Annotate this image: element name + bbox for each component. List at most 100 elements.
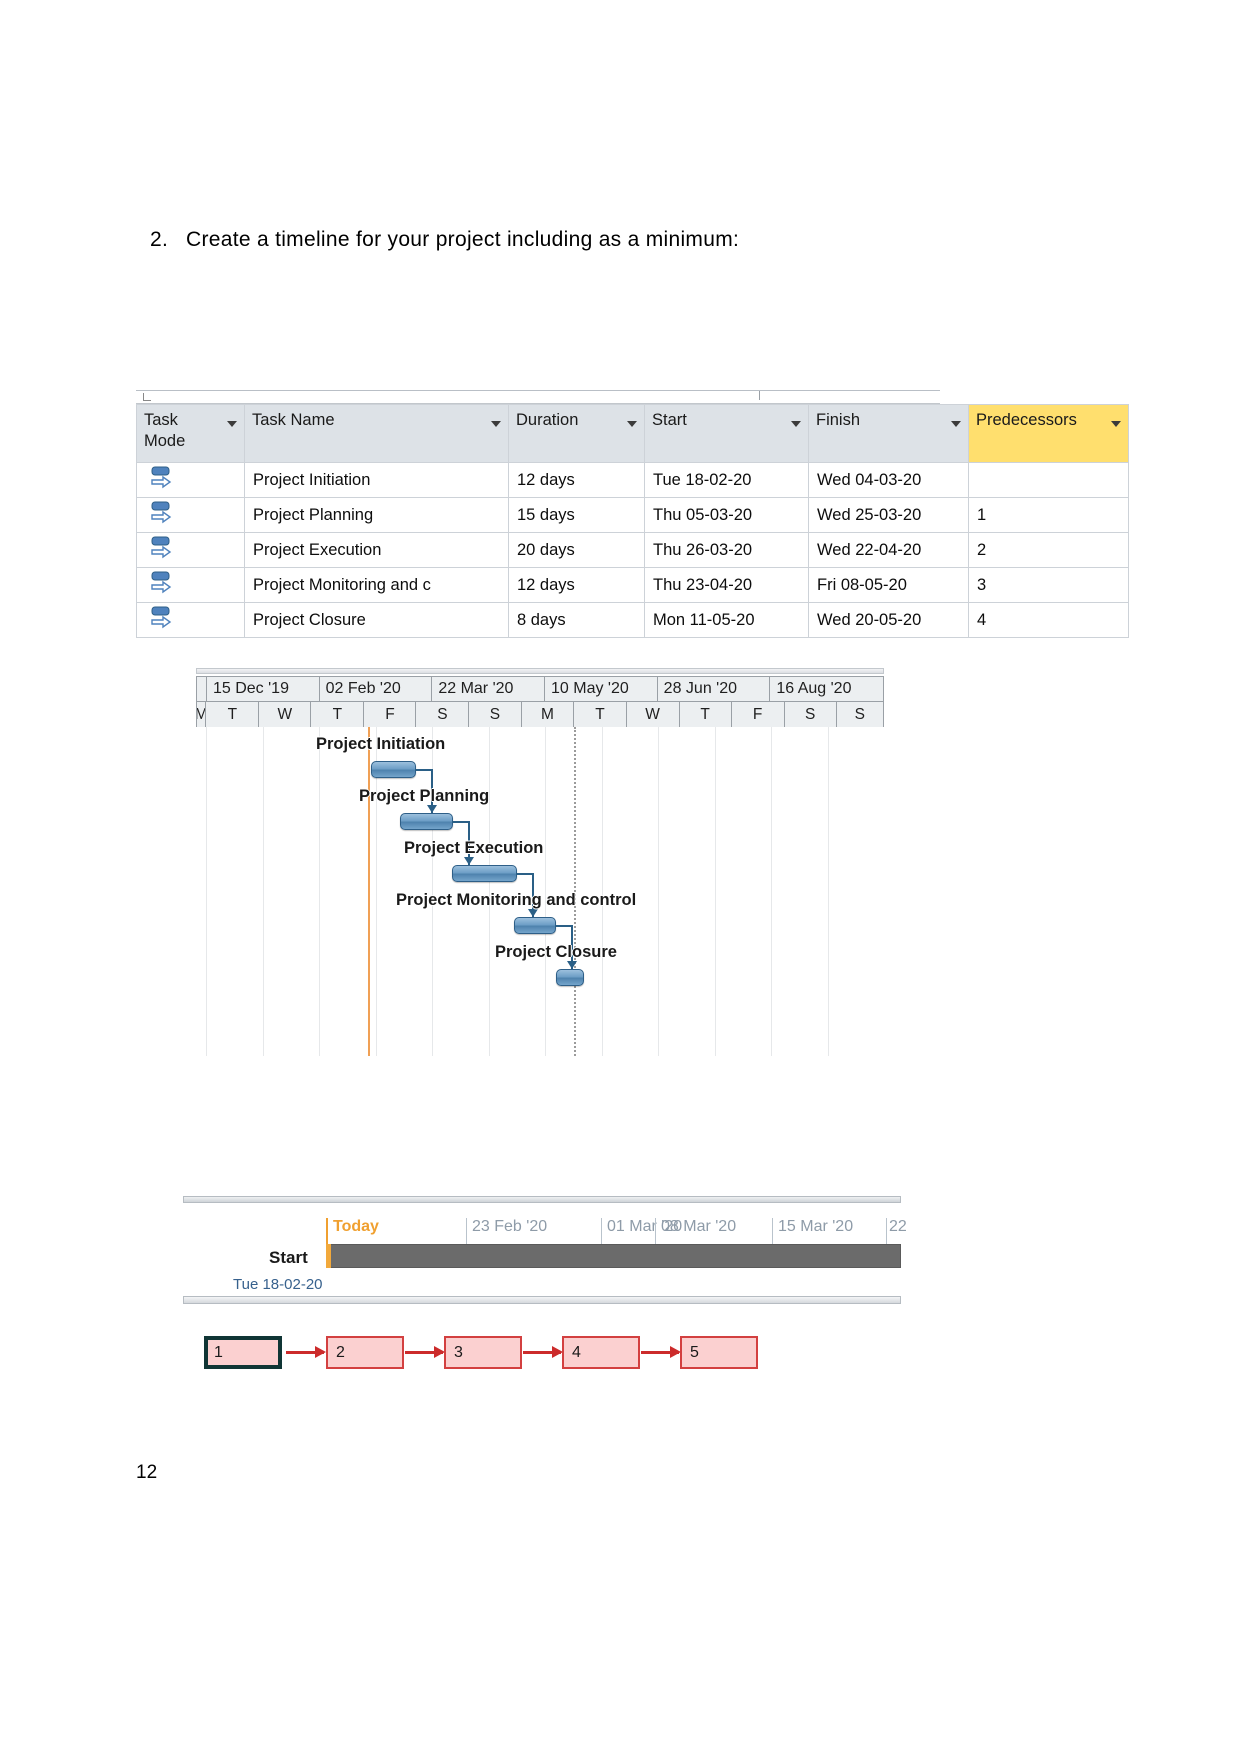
gantt-bar[interactable]	[556, 969, 584, 986]
filter-arrow-icon[interactable]	[1111, 421, 1121, 427]
table-header-row: Task Mode Task Name Duration Start Finis…	[136, 404, 1129, 463]
filter-arrow-icon[interactable]	[491, 421, 501, 427]
table-row[interactable]: Project Monitoring and c 12 days Thu 23-…	[136, 567, 1129, 603]
cell-finish[interactable]: Wed 25-03-20	[808, 497, 969, 533]
cell-predecessors[interactable]: 3	[968, 567, 1129, 603]
cell-predecessors[interactable]: 4	[968, 602, 1129, 638]
column-header-label: Duration	[516, 411, 579, 429]
cell-task-mode[interactable]	[136, 567, 245, 603]
cell-task-name[interactable]: Project Execution	[244, 532, 509, 568]
gantt-bar-label: Project Initiation	[316, 735, 446, 753]
timeline-tick-label: 23 Feb '20	[472, 1218, 548, 1235]
table-row[interactable]: Project Planning 15 days Thu 05-03-20 We…	[136, 497, 1129, 533]
cell-task-name[interactable]: Project Planning	[244, 497, 509, 533]
cell-start[interactable]: Thu 23-04-20	[644, 567, 809, 603]
timeline-tick-label: 08 Mar '20	[661, 1218, 737, 1235]
cell-task-mode[interactable]	[136, 462, 245, 498]
timescale-day-cell: S	[416, 702, 470, 727]
column-header-finish[interactable]: Finish	[808, 404, 969, 463]
timeline-start-label: Start	[269, 1248, 308, 1267]
cell-predecessors[interactable]: 2	[968, 532, 1129, 568]
cell-duration[interactable]: 12 days	[508, 567, 645, 603]
network-node[interactable]: 5	[680, 1336, 758, 1369]
cell-start[interactable]: Thu 26-03-20	[644, 532, 809, 568]
gantt-bar-label: Project Monitoring and control	[396, 891, 637, 909]
filter-arrow-icon[interactable]	[627, 421, 637, 427]
cell-finish[interactable]: Wed 22-04-20	[808, 532, 969, 568]
heading-number: 2.	[150, 228, 169, 251]
filter-arrow-icon[interactable]	[227, 421, 237, 427]
timescale-day-cell: F	[731, 702, 785, 727]
cell-duration[interactable]: 12 days	[508, 462, 645, 498]
cell-predecessors[interactable]: 1	[968, 497, 1129, 533]
cell-finish[interactable]: Fri 08-05-20	[808, 567, 969, 603]
task-sheet: Task Mode Task Name Duration Start Finis…	[136, 390, 1129, 638]
network-node[interactable]: 2	[326, 1336, 404, 1369]
cell-task-name[interactable]: Project Monitoring and c	[244, 567, 509, 603]
timescale-day-cell: S	[836, 702, 884, 727]
page-number: 12	[136, 1462, 158, 1483]
filter-arrow-icon[interactable]	[951, 421, 961, 427]
timescale-day-cell: T	[311, 702, 365, 727]
column-header-task-name[interactable]: Task Name	[244, 404, 509, 463]
gantt-horizontal-scrollbar[interactable]	[196, 668, 884, 674]
cell-predecessors[interactable]	[968, 462, 1129, 498]
column-header-label: Task Mode	[144, 411, 186, 450]
gantt-bar[interactable]	[400, 813, 453, 830]
gantt-link-arrow-icon	[427, 805, 437, 813]
column-header-task-mode[interactable]: Task Mode	[136, 404, 245, 463]
timeline-bottom-divider	[183, 1296, 901, 1304]
cell-task-mode[interactable]	[136, 602, 245, 638]
column-header-predecessors[interactable]: Predecessors	[968, 404, 1129, 463]
timescale-top-cell: 02 Feb '20	[319, 677, 433, 701]
network-node[interactable]: 4	[562, 1336, 640, 1369]
network-node[interactable]: 3	[444, 1336, 522, 1369]
auto-schedule-icon	[151, 536, 172, 559]
gantt-bar[interactable]	[452, 865, 517, 882]
gantt-plot-area[interactable]: Project Initiation Project Planning Proj…	[196, 727, 884, 1056]
timescale-day-cell: W	[626, 702, 680, 727]
gantt-timescale-header: 15 Dec '19 02 Feb '20 22 Mar '20 10 May …	[196, 676, 884, 728]
cell-duration[interactable]: 20 days	[508, 532, 645, 568]
table-row[interactable]: Project Closure 8 days Mon 11-05-20 Wed …	[136, 602, 1129, 638]
gantt-gridline	[771, 727, 772, 1056]
cell-finish[interactable]: Wed 20-05-20	[808, 602, 969, 638]
cell-task-name[interactable]: Project Closure	[244, 602, 509, 638]
gantt-gridline	[828, 727, 829, 1056]
auto-schedule-icon	[151, 606, 172, 629]
timeline-tick	[601, 1218, 602, 1246]
cell-duration[interactable]: 8 days	[508, 602, 645, 638]
cell-finish[interactable]: Wed 04-03-20	[808, 462, 969, 498]
gantt-gridline	[206, 727, 207, 1056]
gantt-bar[interactable]	[514, 917, 556, 934]
timescale-day-cell: T	[206, 702, 260, 727]
network-diagram: 1 2 3 4 5	[196, 1328, 758, 1388]
timeline-tick	[466, 1218, 467, 1246]
cell-task-mode[interactable]	[136, 532, 245, 568]
cell-start[interactable]: Mon 11-05-20	[644, 602, 809, 638]
gantt-link-arrow-icon	[464, 857, 474, 865]
timescale-day-cell: W	[259, 702, 312, 727]
cell-start[interactable]: Tue 18-02-20	[644, 462, 809, 498]
gantt-bar[interactable]	[371, 761, 416, 778]
filter-arrow-icon[interactable]	[791, 421, 801, 427]
gantt-gridline	[319, 727, 320, 1056]
cell-task-name[interactable]: Project Initiation	[244, 462, 509, 498]
gantt-bar-label: Project Execution	[404, 839, 544, 857]
column-header-start[interactable]: Start	[644, 404, 809, 463]
cell-start[interactable]: Thu 05-03-20	[644, 497, 809, 533]
cell-duration[interactable]: 15 days	[508, 497, 645, 533]
table-row[interactable]: Project Initiation 12 days Tue 18-02-20 …	[136, 462, 1129, 498]
timeline-tick	[655, 1218, 656, 1246]
timescale-day-cell: M	[197, 702, 207, 727]
column-header-duration[interactable]: Duration	[508, 404, 645, 463]
cell-task-mode[interactable]	[136, 497, 245, 533]
auto-schedule-icon	[151, 501, 172, 524]
timeline-project-bar[interactable]	[326, 1244, 901, 1268]
column-header-label: Start	[652, 411, 687, 429]
table-row[interactable]: Project Execution 20 days Thu 26-03-20 W…	[136, 532, 1129, 568]
timescale-top-row: 15 Dec '19 02 Feb '20 22 Mar '20 10 May …	[197, 677, 884, 702]
sheet-split-bar[interactable]	[136, 391, 940, 404]
column-header-label: Task Name	[252, 411, 335, 429]
network-node[interactable]: 1	[204, 1336, 282, 1369]
